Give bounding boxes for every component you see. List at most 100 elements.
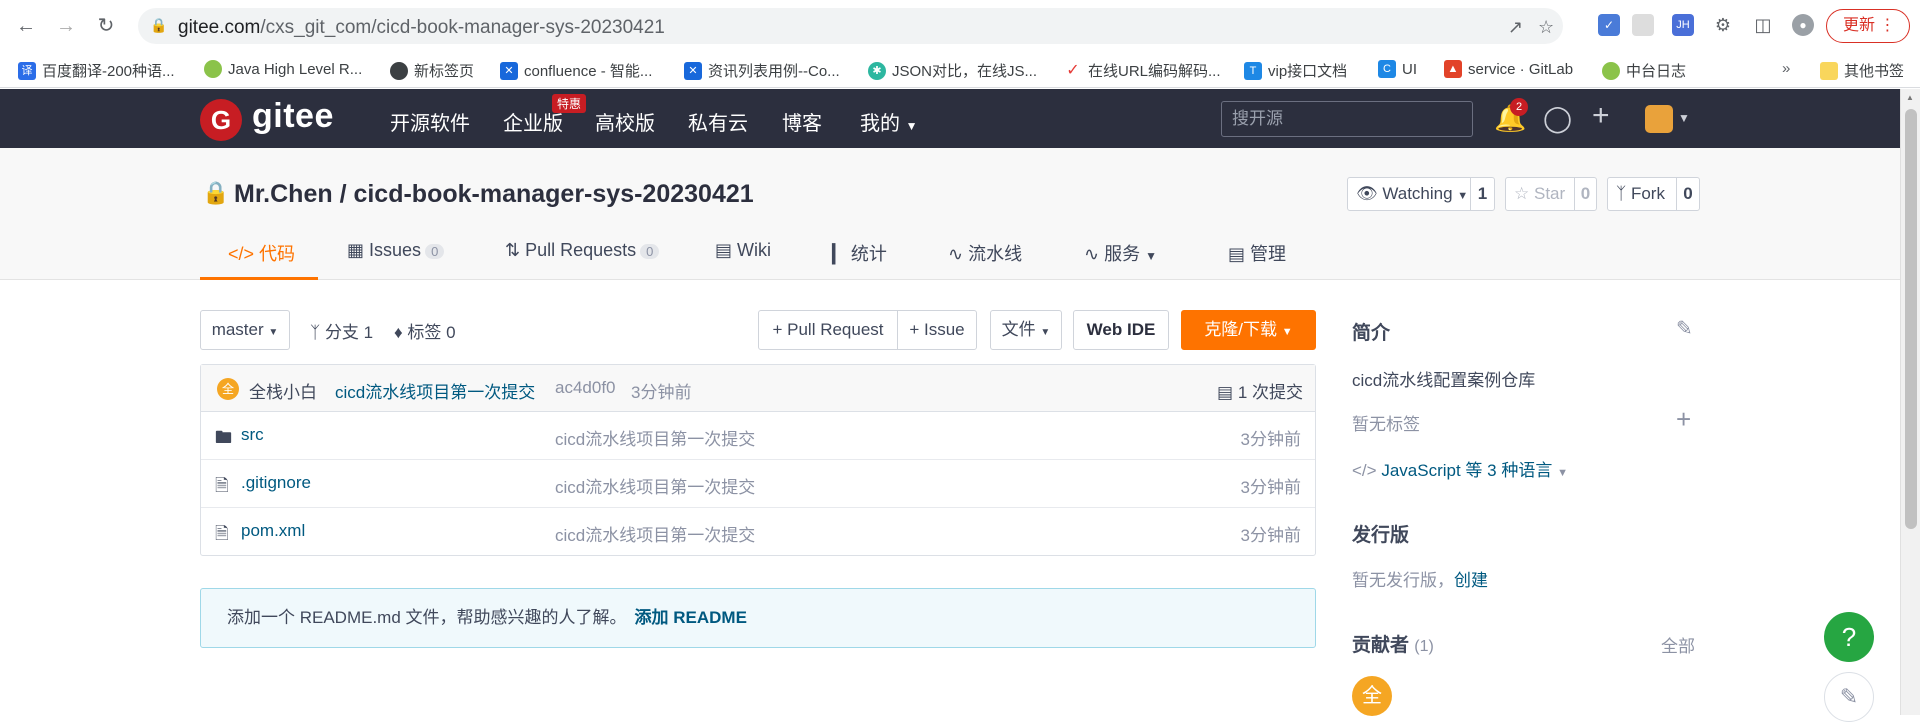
file-commit-message[interactable]: cicd流水线项目第一次提交 xyxy=(555,425,755,450)
fork-button[interactable]: ᛉ Fork 0 xyxy=(1607,177,1700,211)
table-row[interactable]: 🖿 src cicd流水线项目第一次提交 3分钟前 xyxy=(201,412,1315,460)
file-name[interactable]: pom.xml xyxy=(241,521,305,541)
file-button[interactable]: 文件 ▼ xyxy=(990,310,1062,350)
eye-icon: 👁 xyxy=(1356,184,1378,203)
pipeline-icon: ∿ xyxy=(948,244,964,264)
fork-count[interactable]: 0 xyxy=(1676,178,1699,210)
address-bar[interactable]: 🔒 gitee.com/cxs_git_com/cicd-book-manage… xyxy=(138,8,1563,44)
tab-pipeline[interactable]: ∿ 流水线 xyxy=(948,240,1022,266)
gitee-logo-icon[interactable]: G xyxy=(200,99,242,141)
tab-issues[interactable]: ▦ Issues 0 xyxy=(347,240,445,261)
nav-blog[interactable]: 博客 xyxy=(782,107,822,136)
file-time: 3分钟前 xyxy=(1240,430,1301,449)
table-row[interactable]: 🗎 pom.xml cicd流水线项目第一次提交 3分钟前 xyxy=(201,508,1315,556)
puzzle-icon[interactable]: ⚙ xyxy=(1712,14,1734,36)
scrollbar-thumb[interactable] xyxy=(1905,109,1917,529)
file-commit-message[interactable]: cicd流水线项目第一次提交 xyxy=(555,473,755,498)
reload-icon[interactable]: ↻ xyxy=(92,12,120,40)
repo-header: 🔒 Mr.Chen / cicd-book-manager-sys-202304… xyxy=(0,148,1900,280)
plus-icon[interactable]: + xyxy=(1592,99,1610,133)
bookmark-folder[interactable]: 其他书签 xyxy=(1820,60,1904,81)
bookmark-item[interactable]: 中台日志 xyxy=(1602,60,1686,81)
caret-down-icon[interactable]: ▼ xyxy=(1678,111,1690,125)
nav-open-source[interactable]: 开源软件 xyxy=(390,107,470,136)
table-row[interactable]: 🗎 .gitignore cicd流水线项目第一次提交 3分钟前 xyxy=(201,460,1315,508)
commit-message[interactable]: cicd流水线项目第一次提交 xyxy=(335,378,535,403)
nav-mine[interactable]: 我的 ▼ xyxy=(860,107,917,136)
bookmark-item[interactable]: 新标签页 xyxy=(390,60,474,81)
watch-count[interactable]: 1 xyxy=(1470,178,1494,210)
file-commit-message[interactable]: cicd流水线项目第一次提交 xyxy=(555,521,755,546)
plus-icon[interactable]: + xyxy=(1676,404,1691,435)
sidepanel-icon[interactable]: ◫ xyxy=(1752,14,1774,36)
avatar[interactable]: 全 xyxy=(1352,676,1392,716)
bookmark-item[interactable]: ✕ 资讯列表用例--Co... xyxy=(684,60,840,81)
nav-university[interactable]: 高校版 xyxy=(595,107,655,136)
branches-link[interactable]: ᛉ 分支 1 xyxy=(310,318,373,343)
file-icon: 🗎 xyxy=(215,524,229,543)
create-release-link[interactable]: 创建 xyxy=(1454,571,1488,590)
watch-button[interactable]: 👁 Watching ▼ 1 xyxy=(1347,177,1495,211)
languages-link[interactable]: </> JavaScript 等 3 种语言 ▼ xyxy=(1352,456,1568,481)
bookmark-item[interactable]: ▲ service · GitLab xyxy=(1444,60,1573,78)
new-issue-button[interactable]: + Issue xyxy=(897,310,977,350)
web-ide-button[interactable]: Web IDE xyxy=(1073,310,1169,350)
bookmark-item[interactable]: Tvip接口文档 xyxy=(1244,60,1347,81)
tab-stats[interactable]: ▎ 统计 xyxy=(832,240,887,266)
extension-icon[interactable] xyxy=(1632,14,1654,36)
tab-pull-requests[interactable]: ⇅ Pull Requests 0 xyxy=(505,240,660,261)
new-pull-request-button[interactable]: + Pull Request xyxy=(758,310,898,350)
code-icon: </> xyxy=(228,244,255,264)
doc-icon: T xyxy=(1244,61,1262,80)
tab-wiki[interactable]: ▤ Wiki xyxy=(715,240,771,261)
bookmark-item[interactable]: Java High Level R... xyxy=(204,60,362,78)
lightbulb-icon[interactable]: ◯ xyxy=(1543,103,1572,134)
clone-download-button[interactable]: 克隆/下载 ▼ xyxy=(1181,310,1316,350)
tab-manage[interactable]: ▤ 管理 xyxy=(1228,240,1286,266)
no-tags-text: 暂无标签 xyxy=(1352,415,1420,434)
avatar[interactable]: 全 xyxy=(217,378,239,400)
add-readme-link[interactable]: 添加 README xyxy=(635,608,747,627)
avatar[interactable] xyxy=(1645,105,1673,133)
commit-count[interactable]: ▤ 1 次提交 xyxy=(1217,378,1303,403)
history-icon: ▤ xyxy=(1217,383,1234,402)
more-bookmarks-icon[interactable]: » xyxy=(1782,60,1790,77)
tags-link[interactable]: ♦ 标签 0 xyxy=(394,318,456,343)
back-icon[interactable]: ← xyxy=(12,12,40,40)
tab-services[interactable]: ∿ 服务 ▼ xyxy=(1084,240,1157,266)
edit-icon[interactable]: ✎ xyxy=(1676,316,1693,341)
profile-icon[interactable]: ● xyxy=(1792,14,1814,36)
repo-title[interactable]: Mr.Chen / cicd-book-manager-sys-20230421 xyxy=(234,180,754,209)
help-button[interactable]: ? xyxy=(1824,612,1874,662)
extension-icon[interactable]: ✓ xyxy=(1598,14,1620,36)
tag-icon: ♦ xyxy=(394,323,403,342)
search-input[interactable]: 搜开源 xyxy=(1221,101,1473,137)
bookmark-item[interactable]: ✕ confluence - 智能... xyxy=(500,60,652,81)
ui-icon: C xyxy=(1378,60,1396,78)
all-contributors-link[interactable]: 全部 xyxy=(1661,632,1695,657)
logo-text[interactable]: gitee xyxy=(252,97,334,136)
bookmark-star-icon[interactable]: ☆ xyxy=(1538,17,1554,38)
file-name[interactable]: .gitignore xyxy=(241,473,311,493)
scrollbar[interactable]: ▲ xyxy=(1900,89,1920,715)
star-count[interactable]: 0 xyxy=(1574,178,1596,210)
nav-private-cloud[interactable]: 私有云 xyxy=(688,107,748,136)
bookmark-item[interactable]: ✱ JSON对比，在线JS... xyxy=(868,60,1037,81)
scroll-up-icon[interactable]: ▲ xyxy=(1906,93,1914,102)
tab-code[interactable]: </> 代码 xyxy=(228,240,295,266)
extension-jh-icon[interactable]: JH xyxy=(1672,14,1694,36)
bookmark-item[interactable]: 译百度翻译-200种语... xyxy=(18,60,175,81)
forward-icon[interactable]: → xyxy=(52,12,80,40)
file-time: 3分钟前 xyxy=(1240,478,1301,497)
file-name[interactable]: src xyxy=(241,425,264,445)
star-button[interactable]: ☆ Star 0 xyxy=(1505,177,1597,211)
update-button[interactable]: 更新 ⋮ xyxy=(1826,9,1910,43)
branch-select[interactable]: master ▼ xyxy=(200,310,290,350)
folder-icon xyxy=(1820,61,1838,80)
share-icon[interactable]: ↗ xyxy=(1508,17,1523,38)
gear-icon: ✱ xyxy=(868,61,886,80)
commit-hash[interactable]: ac4d0f0 xyxy=(555,378,616,398)
commit-author[interactable]: 全栈小白 xyxy=(249,378,317,403)
bookmark-item[interactable]: C UI xyxy=(1378,60,1417,78)
bookmark-item[interactable]: ✓ 在线URL编码解码... xyxy=(1064,60,1221,81)
